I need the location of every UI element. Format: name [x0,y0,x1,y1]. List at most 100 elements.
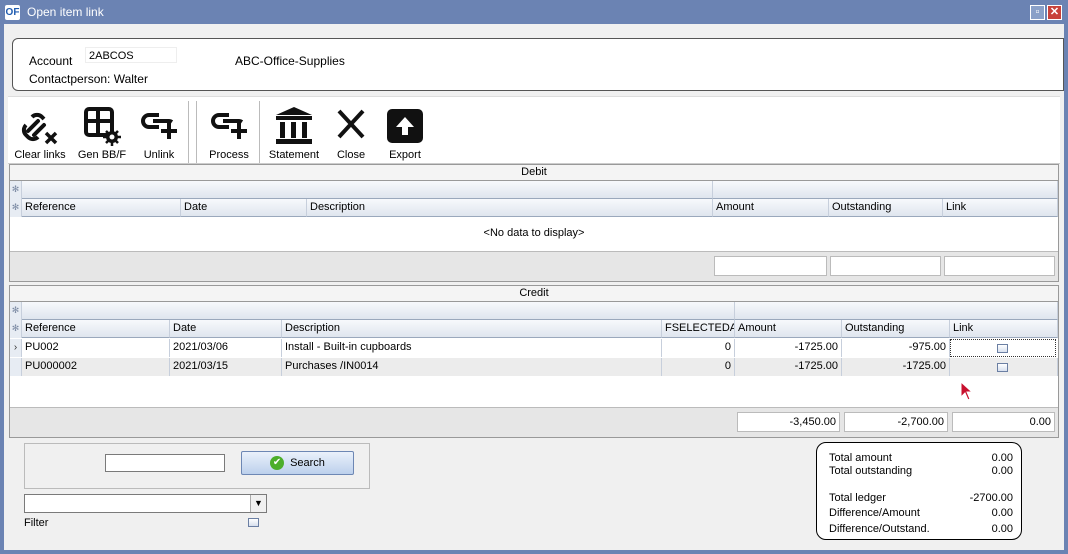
cell-date: 2021/03/15 [170,358,282,376]
bank-icon [276,107,312,144]
credit-group-row: ✻ [10,302,1058,320]
col-link[interactable]: Link [943,199,1058,217]
close-window-button[interactable]: ✕ [1047,5,1062,20]
summary-value: 0.00 [991,452,1013,464]
row-indicator: ✻ [10,199,22,217]
col-amount[interactable]: Amount [713,199,829,217]
col-link[interactable]: Link [950,320,1058,338]
debit-total-link [944,256,1055,276]
link-plus-icon [141,113,177,139]
cell-fselected: 0 [662,358,735,376]
link-plus-icon [211,113,247,139]
summary-label: Total outstanding [829,465,913,477]
export-button[interactable]: Export [380,105,430,165]
cell-link[interactable] [950,339,1056,357]
cell-fselected: 0 [662,339,735,357]
close-label: Close [336,149,366,161]
credit-total-outstanding: -2,700.00 [844,412,948,432]
filter-dropdown[interactable]: ▼ [24,494,267,513]
cell-date: 2021/03/06 [170,339,282,357]
table-row[interactable]: PU000002 2021/03/15 Purchases /IN0014 0 … [10,358,1058,376]
empty-message: <No data to display> [483,227,585,239]
cell-reference: PU002 [22,339,170,357]
maximize-button[interactable]: ▫ [1030,5,1045,20]
mouse-cursor-icon [960,381,974,401]
summary-label: Difference/Amount [829,507,920,519]
export-label: Export [389,149,421,161]
col-outstanding[interactable]: Outstanding [829,199,943,217]
contact-person: Contactperson: Walter [29,72,148,86]
close-button[interactable]: Close [326,105,376,165]
current-row-indicator: › [10,339,22,357]
credit-grid: Credit ✻ ✻ Reference Date Description FS… [9,285,1059,438]
statement-label: Statement [268,149,320,161]
row-indicator: ✻ [10,302,22,320]
cell-outstanding: -1725.00 [842,358,950,376]
toolbar-separator [188,101,189,163]
table-gear-icon [84,107,121,146]
chevron-down-icon[interactable]: ▼ [250,495,266,512]
window-title: Open item link [27,5,104,19]
col-reference[interactable]: Reference [22,320,170,338]
summary-label: Total amount [829,452,892,464]
clear-links-button[interactable]: Clear links [12,105,68,165]
gen-bbf-label: Gen BB/F [77,149,127,161]
debit-group-cell [713,181,1058,199]
account-field[interactable]: 2ABCOS [85,47,177,63]
summary-value: 0.00 [991,465,1013,477]
client-area: Account 2ABCOS ABC-Office-Supplies Conta… [4,24,1064,550]
col-description[interactable]: Description [307,199,713,217]
link-checkbox[interactable] [997,363,1008,372]
process-label: Process [209,149,249,161]
search-input[interactable] [105,454,225,472]
col-date[interactable]: Date [170,320,282,338]
debit-total-amount [714,256,827,276]
col-fselecteda[interactable]: FSELECTEDA [662,320,735,338]
cell-amount: -1725.00 [735,339,842,357]
col-amount[interactable]: Amount [735,320,842,338]
cell-outstanding: -975.00 [842,339,950,357]
clear-links-label: Clear links [14,149,66,161]
search-panel: ✔ Search [24,443,370,489]
row-indicator: ✻ [10,320,22,338]
filter-label: Filter [24,517,49,529]
summary-difference-outstanding: Difference/Outstand. 0.00 [829,523,1013,537]
title-bar[interactable]: OF Open item link ▫ ✕ [0,0,1068,24]
close-x-icon [337,109,365,139]
credit-group-cell [735,302,1058,320]
summary-total-ledger: Total ledger -2700.00 [829,492,1013,506]
credit-group-cell [22,302,735,320]
credit-total-link: 0.00 [952,412,1055,432]
filter-checkbox[interactable] [248,518,259,527]
debit-title: Debit [10,165,1058,181]
table-row[interactable]: › PU002 2021/03/06 Install - Built-in cu… [10,339,1058,357]
export-box-icon [387,109,423,143]
cell-description: Install - Built-in cupboards [282,339,662,357]
gen-bbf-button[interactable]: Gen BB/F [72,105,132,165]
unlink-button[interactable]: Unlink [132,105,186,165]
unlink-chain-x-icon [21,112,58,145]
statement-button[interactable]: Statement [266,105,322,165]
summary-label: Total ledger [829,492,886,504]
summary-difference-amount: Difference/Amount 0.00 [829,507,1013,521]
process-button[interactable]: Process [204,105,254,165]
credit-title: Credit [10,286,1058,302]
company-name: ABC-Office-Supplies [235,54,345,68]
link-checkbox[interactable] [997,344,1008,353]
unlink-label: Unlink [143,149,175,161]
debit-footer [10,251,1058,281]
summary-value: -2700.00 [969,492,1013,504]
debit-group-cell [22,181,713,199]
totals-summary: Total amount 0.00 Total outstanding 0.00 T… [816,442,1022,540]
window: OF Open item link ▫ ✕ Account 2ABCOS ABC… [0,0,1068,554]
col-outstanding[interactable]: Outstanding [842,320,950,338]
col-description[interactable]: Description [282,320,662,338]
row-indicator [10,358,22,376]
summary-label: Difference/Outstand. [829,523,930,535]
cell-link[interactable] [950,358,1058,376]
col-reference[interactable]: Reference [22,199,181,217]
col-date[interactable]: Date [181,199,307,217]
summary-value: 0.00 [991,507,1013,519]
account-header: Account 2ABCOS ABC-Office-Supplies Conta… [12,38,1064,91]
search-button[interactable]: ✔ Search [241,451,354,475]
